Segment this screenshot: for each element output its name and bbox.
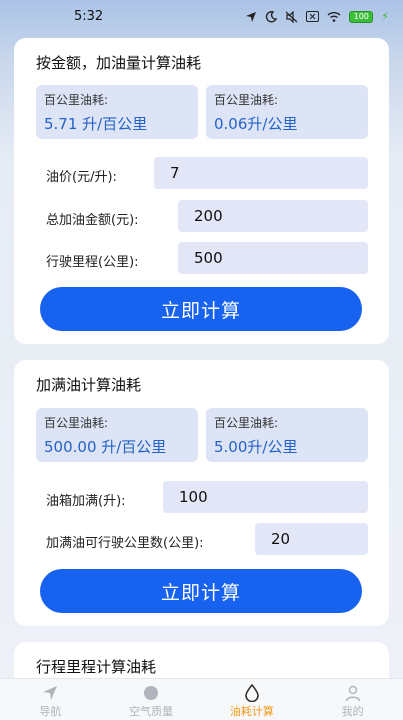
- calculate-button[interactable]: 立即计算: [40, 569, 362, 613]
- tab-label: 空气质量: [129, 705, 174, 718]
- navigation-arrow-icon: [43, 686, 58, 700]
- mute-icon: [285, 10, 298, 23]
- stat-label: 百公里油耗:: [44, 416, 109, 430]
- stat-box-per-km: 百公里油耗: 0.06升/公里: [206, 85, 368, 139]
- location-icon: [246, 11, 257, 22]
- tab-profile[interactable]: 我的: [302, 679, 403, 720]
- stat-value: 0.06升/公里: [214, 115, 298, 133]
- stat-label: 百公里油耗:: [214, 416, 279, 430]
- battery-indicator: 100: [349, 10, 374, 23]
- total-amount-label: 总加油金额(元):: [46, 213, 139, 228]
- mileage-label: 行驶里程(公里):: [46, 255, 139, 270]
- full-tank-distance-input[interactable]: [255, 523, 368, 555]
- tab-navigation[interactable]: 导航: [0, 679, 101, 720]
- stat-value: 500.00 升/百公里: [44, 438, 167, 456]
- bottom-tab-bar: 导航 空气质量 油耗计算 我的: [0, 678, 403, 720]
- card-title: 按金额，加油量计算油耗: [36, 54, 202, 72]
- user-icon: [345, 685, 360, 702]
- tab-label: 导航: [39, 705, 62, 718]
- tab-air-quality[interactable]: 空气质量: [101, 679, 202, 720]
- tab-label: 油耗计算: [229, 705, 274, 718]
- fuel-drop-icon: [245, 684, 259, 702]
- wifi-icon: [327, 12, 341, 22]
- card-title: 加满油计算油耗: [36, 376, 142, 394]
- total-amount-input[interactable]: [178, 200, 368, 232]
- status-icons: 100 ⚡: [245, 10, 389, 23]
- full-tank-distance-label: 加满油可行驶公里数(公里):: [46, 536, 204, 551]
- mileage-input[interactable]: [178, 242, 368, 274]
- status-bar: 5:32 100 ⚡: [0, 0, 403, 36]
- no-sim-icon: [306, 11, 320, 22]
- stat-box-per-100km: 百公里油耗: 500.00 升/百公里: [36, 408, 198, 462]
- moon-icon: [266, 10, 278, 22]
- charging-icon: ⚡: [381, 10, 389, 23]
- tab-fuel-calc[interactable]: 油耗计算: [202, 679, 303, 720]
- amount-calc-card: 按金额，加油量计算油耗 百公里油耗: 5.71 升/百公里 百公里油耗: 0.0…: [14, 38, 389, 344]
- stat-value: 5.71 升/百公里: [44, 115, 148, 133]
- stat-box-per-km: 百公里油耗: 5.00升/公里: [206, 408, 368, 462]
- full-tank-calc-card: 加满油计算油耗 百公里油耗: 500.00 升/百公里 百公里油耗: 5.00升…: [14, 360, 389, 626]
- tank-capacity-input[interactable]: [163, 481, 368, 513]
- calculate-button[interactable]: 立即计算: [40, 287, 362, 331]
- stat-value: 5.00升/公里: [214, 438, 298, 456]
- stat-label: 百公里油耗:: [44, 93, 109, 107]
- tab-label: 我的: [341, 705, 364, 718]
- oil-price-label: 油价(元/升):: [46, 170, 117, 185]
- card-title: 行程里程计算油耗: [36, 658, 157, 676]
- stat-label: 百公里油耗:: [214, 93, 279, 107]
- status-time: 5:32: [74, 9, 104, 24]
- air-quality-icon: [144, 686, 159, 700]
- stat-box-per-100km: 百公里油耗: 5.71 升/百公里: [36, 85, 198, 139]
- tank-capacity-label: 油箱加满(升):: [46, 494, 126, 509]
- oil-price-input[interactable]: [154, 157, 368, 189]
